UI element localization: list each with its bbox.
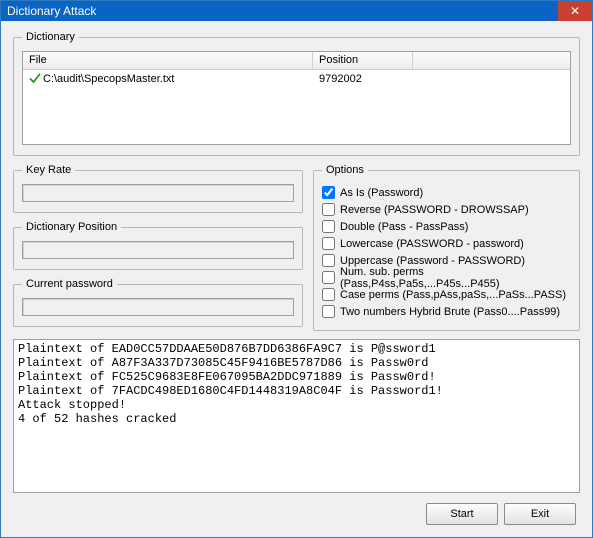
cell-file-text: C:\audit\SpecopsMaster.txt bbox=[43, 73, 174, 85]
window-title: Dictionary Attack bbox=[1, 4, 96, 18]
option-label: Double (Pass - PassPass) bbox=[340, 221, 468, 233]
keyrate-legend: Key Rate bbox=[22, 164, 75, 176]
dictpos-group: Dictionary Position bbox=[13, 221, 303, 270]
checkbox-twonum[interactable] bbox=[322, 305, 335, 318]
keyrate-field bbox=[22, 184, 294, 202]
keyrate-group: Key Rate bbox=[13, 164, 303, 213]
checkbox-caseperms[interactable] bbox=[322, 288, 335, 301]
option-label: Case perms (Pass,pAss,paSs,...PaSs...PAS… bbox=[340, 289, 566, 301]
dictpos-legend: Dictionary Position bbox=[22, 221, 121, 233]
middle-left: Key Rate Dictionary Position Current pas… bbox=[13, 164, 303, 331]
curpass-legend: Current password bbox=[22, 278, 117, 290]
option-label: Reverse (PASSWORD - DROWSSAP) bbox=[340, 204, 529, 216]
checkmark-icon bbox=[29, 73, 41, 85]
col-header-file[interactable]: File bbox=[23, 52, 313, 69]
checkbox-uppercase[interactable] bbox=[322, 254, 335, 267]
checkbox-numsub[interactable] bbox=[322, 271, 335, 284]
option-as-is[interactable]: As Is (Password) bbox=[322, 184, 571, 201]
content: Dictionary File Position C:\audit\Specop… bbox=[1, 21, 592, 537]
col-header-blank bbox=[413, 52, 570, 69]
option-reverse[interactable]: Reverse (PASSWORD - DROWSSAP) bbox=[322, 201, 571, 218]
close-button[interactable]: ✕ bbox=[558, 1, 592, 21]
dictionary-listview[interactable]: File Position C:\audit\SpecopsMaster.txt… bbox=[22, 51, 571, 145]
checkbox-double[interactable] bbox=[322, 220, 335, 233]
checkbox-lowercase[interactable] bbox=[322, 237, 335, 250]
titlebar: Dictionary Attack ✕ bbox=[1, 1, 592, 21]
exit-button[interactable]: Exit bbox=[504, 503, 576, 525]
dictpos-field bbox=[22, 241, 294, 259]
option-double[interactable]: Double (Pass - PassPass) bbox=[322, 218, 571, 235]
listview-header: File Position bbox=[23, 52, 570, 70]
options-list: As Is (Password) Reverse (PASSWORD - DRO… bbox=[322, 184, 571, 320]
checkbox-as-is[interactable] bbox=[322, 186, 335, 199]
curpass-group: Current password bbox=[13, 278, 303, 327]
curpass-field bbox=[22, 298, 294, 316]
output-textbox[interactable]: Plaintext of EAD0CC57DDAAE50D876B7DD6386… bbox=[13, 339, 580, 493]
button-row: Start Exit bbox=[13, 501, 580, 527]
option-label: As Is (Password) bbox=[340, 187, 423, 199]
window: Dictionary Attack ✕ Dictionary File Posi… bbox=[0, 0, 593, 538]
option-label: Two numbers Hybrid Brute (Pass0....Pass9… bbox=[340, 306, 560, 318]
col-header-position[interactable]: Position bbox=[313, 52, 413, 69]
option-label: Num. sub. perms (Pass,P4ss,Pa5s,...P45s.… bbox=[340, 266, 571, 290]
dictionary-legend: Dictionary bbox=[22, 31, 79, 43]
middle-row: Key Rate Dictionary Position Current pas… bbox=[13, 164, 580, 331]
options-legend: Options bbox=[322, 164, 368, 176]
options-group: Options As Is (Password) Reverse (PASSWO… bbox=[313, 164, 580, 331]
table-row[interactable]: C:\audit\SpecopsMaster.txt 9792002 bbox=[23, 70, 570, 88]
checkbox-reverse[interactable] bbox=[322, 203, 335, 216]
option-numsub[interactable]: Num. sub. perms (Pass,P4ss,Pa5s,...P45s.… bbox=[322, 269, 571, 286]
option-caseperms[interactable]: Case perms (Pass,pAss,paSs,...PaSs...PAS… bbox=[322, 286, 571, 303]
option-twonum[interactable]: Two numbers Hybrid Brute (Pass0....Pass9… bbox=[322, 303, 571, 320]
option-label: Lowercase (PASSWORD - password) bbox=[340, 238, 524, 250]
cell-file: C:\audit\SpecopsMaster.txt bbox=[23, 71, 313, 87]
start-button[interactable]: Start bbox=[426, 503, 498, 525]
close-icon: ✕ bbox=[570, 4, 580, 18]
dictionary-group: Dictionary File Position C:\audit\Specop… bbox=[13, 31, 580, 156]
option-lowercase[interactable]: Lowercase (PASSWORD - password) bbox=[322, 235, 571, 252]
cell-position: 9792002 bbox=[313, 71, 413, 87]
